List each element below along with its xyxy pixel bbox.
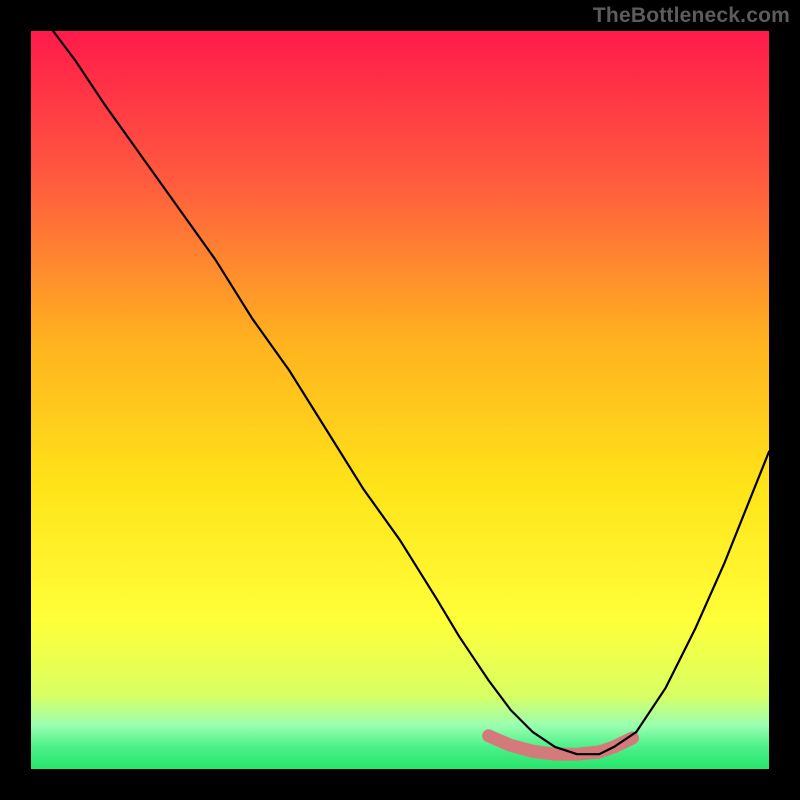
bottleneck-curve	[53, 31, 769, 754]
curve-overlay	[31, 31, 769, 769]
chart-frame: TheBottleneck.com	[0, 0, 800, 800]
optimal-zone-highlight	[489, 736, 633, 754]
plot-area	[31, 31, 769, 769]
watermark-text: TheBottleneck.com	[593, 4, 790, 28]
